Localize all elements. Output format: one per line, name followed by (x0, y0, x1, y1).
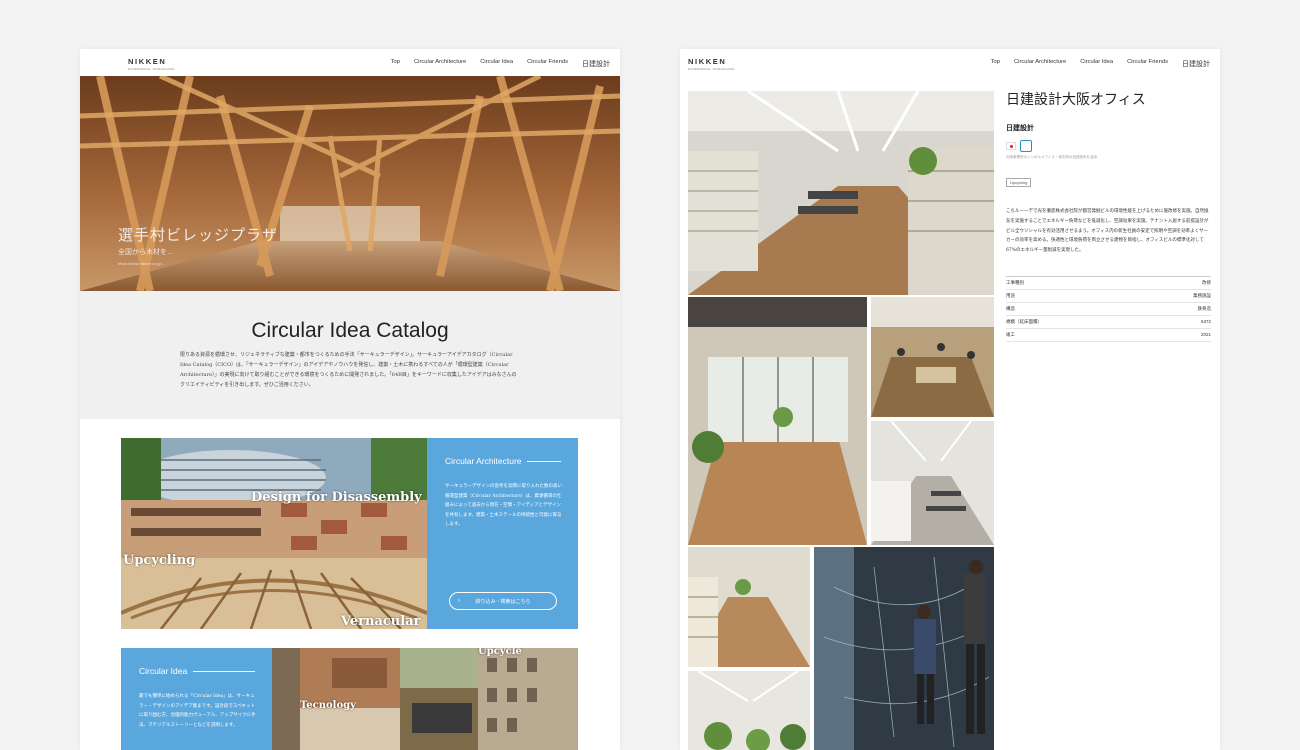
hero-image: 選手村ビレッジプラザ 全国から木材を… https://www.nikken.c… (80, 76, 620, 291)
site-header: NIKKEN EXPERIENCE, INTEGRATED Top Circula… (680, 49, 1220, 76)
logo-text: NIKKEN (128, 57, 167, 66)
project-note: 大阪事業所のシンボルオフィス・地中熱の自然換気を活用 (1006, 155, 1097, 159)
spec-label: 用途 (1006, 292, 1015, 298)
tag-upcycling[interactable]: Upcycling (1006, 178, 1032, 187)
overlay-upcycle: Upcycle (478, 648, 522, 657)
nav-nikken-sekkei[interactable]: 日建設計 (582, 59, 610, 69)
idea-card-text: 最でも簡単に始められる「Circular Idea」は、サーキュラー・デザインの… (139, 694, 256, 728)
hero-title: 選手村ビレッジプラザ (118, 226, 279, 244)
gallery-image-workspace[interactable] (871, 421, 994, 545)
gallery-image-exhibition[interactable] (814, 547, 994, 750)
logo-text: NIKKEN (688, 57, 727, 66)
filter-search-label: 絞り込み・検索はこちら (475, 598, 531, 605)
idea-collage[interactable]: Upcycle Tecnology (272, 648, 578, 750)
main-nav: Top Circular Architecture Circular Idea … (991, 59, 1210, 69)
overlay-dfd: Design for Disassembly (251, 490, 422, 505)
project-description: こちルーーデで光を徹底株式会社院が都営発掘ビルの環境性能を上げるために施改修を実… (1006, 209, 1209, 254)
sdg-icon (1020, 140, 1032, 152)
nav-top[interactable]: Top (391, 59, 400, 69)
hero-subtitle: 全国から木材を… (118, 249, 174, 256)
title-rule (193, 671, 255, 672)
spec-row: 用途 業務施設 (1006, 290, 1211, 303)
spec-row: 工事種別 改修 (1006, 277, 1211, 290)
nikken-logo[interactable]: NIKKEN EXPERIENCE, INTEGRATED (688, 57, 735, 71)
spec-value: 6372 (1200, 319, 1211, 325)
nav-circular-idea[interactable]: Circular Idea (1080, 59, 1113, 69)
spec-value: 2021 (1200, 332, 1211, 338)
nav-circular-idea[interactable]: Circular Idea (480, 59, 513, 69)
architecture-card-text: サーキュラーデザインの思考を実際に取り入れた数の高い循環型建築（Circular… (445, 484, 562, 527)
main-nav: Top Circular Architecture Circular Idea … (391, 59, 610, 69)
spec-value: 鉄骨造 (1197, 305, 1212, 311)
architecture-card: Circular Architecture サーキュラーデザインの思考を実際に取… (427, 438, 578, 629)
site-header: NIKKEN EXPERIENCE, INTEGRATED Top Circula… (80, 49, 620, 76)
overlay-upcycling: Upcycling (123, 553, 196, 568)
gallery-image-shelving[interactable] (688, 547, 810, 667)
gallery-image-main[interactable] (688, 91, 994, 295)
overlay-vernacular: Vernacular (341, 614, 421, 629)
catalog-intro-text: 限りある資源を循環させ、リジェネラティブな建築・都市をつくるための手法「サーキュ… (180, 352, 517, 388)
nav-circular-friends[interactable]: Circular Friends (1127, 59, 1168, 69)
project-title: 日建設計大阪オフィス (1006, 91, 1146, 107)
project-detail-page: NIKKEN EXPERIENCE, INTEGRATED Top Circula… (680, 49, 1220, 750)
spec-row: 構造 鉄骨造 (1006, 303, 1211, 316)
logo-subtext: EXPERIENCE, INTEGRATED (688, 67, 735, 71)
nav-circular-architecture[interactable]: Circular Architecture (414, 59, 466, 69)
spec-label: 竣工 (1006, 331, 1015, 337)
nikken-logo[interactable]: NIKKEN EXPERIENCE, INTEGRATED (128, 57, 175, 71)
nav-circular-architecture[interactable]: Circular Architecture (1014, 59, 1066, 69)
japan-flag-icon (1006, 142, 1016, 150)
spec-row: 竣工 2021 (1006, 329, 1211, 342)
architecture-collage[interactable]: Design for Disassembly Upcycling Vernacu… (121, 438, 427, 629)
spec-label: 規模（延床面積） (1006, 318, 1042, 324)
filter-search-button[interactable]: › 絞り込み・検索はこちら (449, 592, 557, 610)
overlay-tecnology: Tecnology (300, 700, 356, 711)
gallery-image-corridor[interactable] (688, 297, 867, 545)
idea-card: Circular Idea 最でも簡単に始められる「Circular Idea」… (121, 648, 272, 750)
project-icons (1006, 140, 1211, 152)
catalog-page: NIKKEN EXPERIENCE, INTEGRATED Top Circula… (80, 49, 620, 750)
catalog-title: Circular Idea Catalog (251, 319, 449, 342)
nav-circular-friends[interactable]: Circular Friends (527, 59, 568, 69)
chevron-right-icon: › (458, 598, 460, 604)
nav-top[interactable]: Top (991, 59, 1000, 69)
catalog-intro: Circular Idea Catalog 限りある資源を循環させ、リジェネラテ… (80, 291, 620, 419)
firm-name: 日建設計 (1006, 125, 1034, 132)
idea-card-title: Circular Idea (139, 666, 188, 676)
logo-subtext: EXPERIENCE, INTEGRATED (128, 67, 175, 71)
nav-nikken-sekkei[interactable]: 日建設計 (1182, 59, 1210, 69)
title-rule (527, 461, 561, 462)
hero-url[interactable]: https://www.nikken.co.jp/… (118, 261, 166, 266)
spec-label: 工事種別 (1006, 279, 1024, 285)
spec-label: 構造 (1006, 305, 1015, 311)
project-info: 日建設計大阪オフィス 日建設計 大阪事業所のシンボルオフィス・地中熱の自然換気を… (1006, 89, 1211, 342)
gallery-image-plants[interactable] (688, 671, 810, 750)
spec-value: 業務施設 (1193, 292, 1211, 298)
spec-row: 規模（延床面積） 6372 (1006, 316, 1211, 329)
spec-table: 工事種別 改修 用途 業務施設 構造 鉄骨造 規模（延床面積） 6372 竣工 2021 (1006, 275, 1211, 342)
gallery-image-lounge[interactable] (871, 297, 994, 417)
architecture-card-title: Circular Architecture (445, 456, 522, 466)
spec-value: 改修 (1202, 279, 1211, 285)
